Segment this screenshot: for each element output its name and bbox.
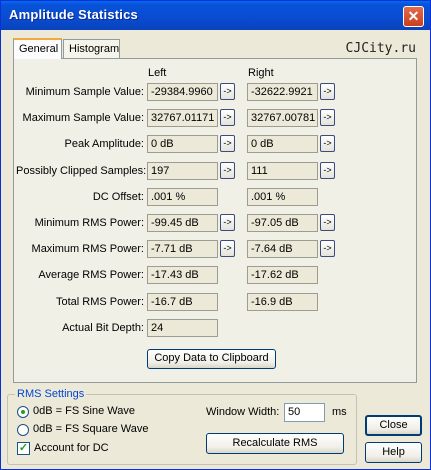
left-value-field: -99.45 dB	[147, 214, 218, 232]
right-value-field: 32767.00781	[247, 109, 318, 127]
left-goto-arrow-button[interactable]: ->	[220, 240, 235, 257]
copy-data-button[interactable]: Copy Data to Clipboard	[147, 349, 276, 369]
left-goto-arrow-button[interactable]: ->	[220, 162, 235, 179]
stat-label: Actual Bit Depth:	[62, 322, 144, 334]
right-goto-arrow-button[interactable]: ->	[320, 109, 335, 126]
right-value-field: -32622.9921	[247, 83, 318, 101]
right-value-field: -16.9 dB	[247, 293, 318, 311]
right-goto-arrow-button[interactable]: ->	[320, 83, 335, 100]
right-value-field: 0 dB	[247, 135, 318, 153]
left-value-field: -29384.9960	[147, 83, 218, 101]
title-bar[interactable]: Amplitude Statistics ✕	[1, 1, 430, 30]
account-dc-checkbox[interactable]: ✓	[17, 442, 30, 455]
tab-general[interactable]: General	[13, 38, 62, 59]
left-value-field: -17.43 dB	[147, 266, 218, 284]
sine-wave-label[interactable]: 0dB = FS Sine Wave	[33, 405, 135, 417]
radio-sine-wave[interactable]	[17, 406, 29, 418]
window-width-input[interactable]: 50	[284, 403, 325, 422]
left-value-field: 32767.01171	[147, 109, 218, 127]
stat-label: DC Offset:	[92, 191, 144, 203]
stat-label: Maximum Sample Value:	[22, 112, 144, 124]
right-value-field: -17.62 dB	[247, 266, 318, 284]
right-value-field: -7.64 dB	[247, 240, 318, 258]
stat-label: Total RMS Power:	[55, 296, 144, 308]
right-goto-arrow-button[interactable]: ->	[320, 214, 335, 231]
right-value-field: -97.05 dB	[247, 214, 318, 232]
left-value-field: 0 dB	[147, 135, 218, 153]
close-icon[interactable]: ✕	[403, 6, 424, 27]
right-column-header: Right	[248, 67, 274, 79]
left-value-field: -7.71 dB	[147, 240, 218, 258]
rms-settings-title: RMS Settings	[15, 388, 87, 400]
right-value-field: .001 %	[247, 188, 318, 206]
window-title: Amplitude Statistics	[9, 7, 138, 22]
left-value-field: 197	[147, 162, 218, 180]
radio-square-wave[interactable]	[17, 424, 29, 436]
left-value-field: -16.7 dB	[147, 293, 218, 311]
stat-label: Possibly Clipped Samples:	[16, 165, 147, 177]
left-goto-arrow-button[interactable]: ->	[220, 135, 235, 152]
square-wave-label[interactable]: 0dB = FS Square Wave	[33, 423, 148, 435]
left-value-field: 24	[147, 319, 218, 337]
account-dc-label[interactable]: Account for DC	[34, 442, 109, 454]
stat-label: Minimum Sample Value:	[25, 86, 144, 98]
right-goto-arrow-button[interactable]: ->	[320, 135, 335, 152]
radio-selected-dot	[21, 410, 25, 414]
stat-label: Minimum RMS Power:	[34, 217, 144, 229]
tab-histogram[interactable]: Histogram	[63, 39, 120, 58]
recalculate-rms-button[interactable]: Recalculate RMS	[206, 433, 344, 454]
help-button[interactable]: Help	[365, 442, 422, 463]
stat-label: Average RMS Power:	[38, 269, 144, 281]
left-goto-arrow-button[interactable]: ->	[220, 214, 235, 231]
left-goto-arrow-button[interactable]: ->	[220, 83, 235, 100]
close-button[interactable]: Close	[365, 415, 422, 436]
window-width-unit: ms	[332, 406, 347, 418]
stat-label: Maximum RMS Power:	[31, 243, 144, 255]
stat-label: Peak Amplitude:	[64, 138, 145, 150]
right-goto-arrow-button[interactable]: ->	[320, 240, 335, 257]
right-value-field: 111	[247, 162, 318, 180]
left-goto-arrow-button[interactable]: ->	[220, 109, 235, 126]
left-column-header: Left	[148, 67, 167, 79]
window-width-label: Window Width:	[206, 406, 280, 418]
amplitude-statistics-window: Amplitude Statistics ✕ General Histogram…	[0, 0, 431, 470]
left-value-field: .001 %	[147, 188, 218, 206]
watermark-text: CJCity.ru	[345, 41, 416, 56]
right-goto-arrow-button[interactable]: ->	[320, 162, 335, 179]
